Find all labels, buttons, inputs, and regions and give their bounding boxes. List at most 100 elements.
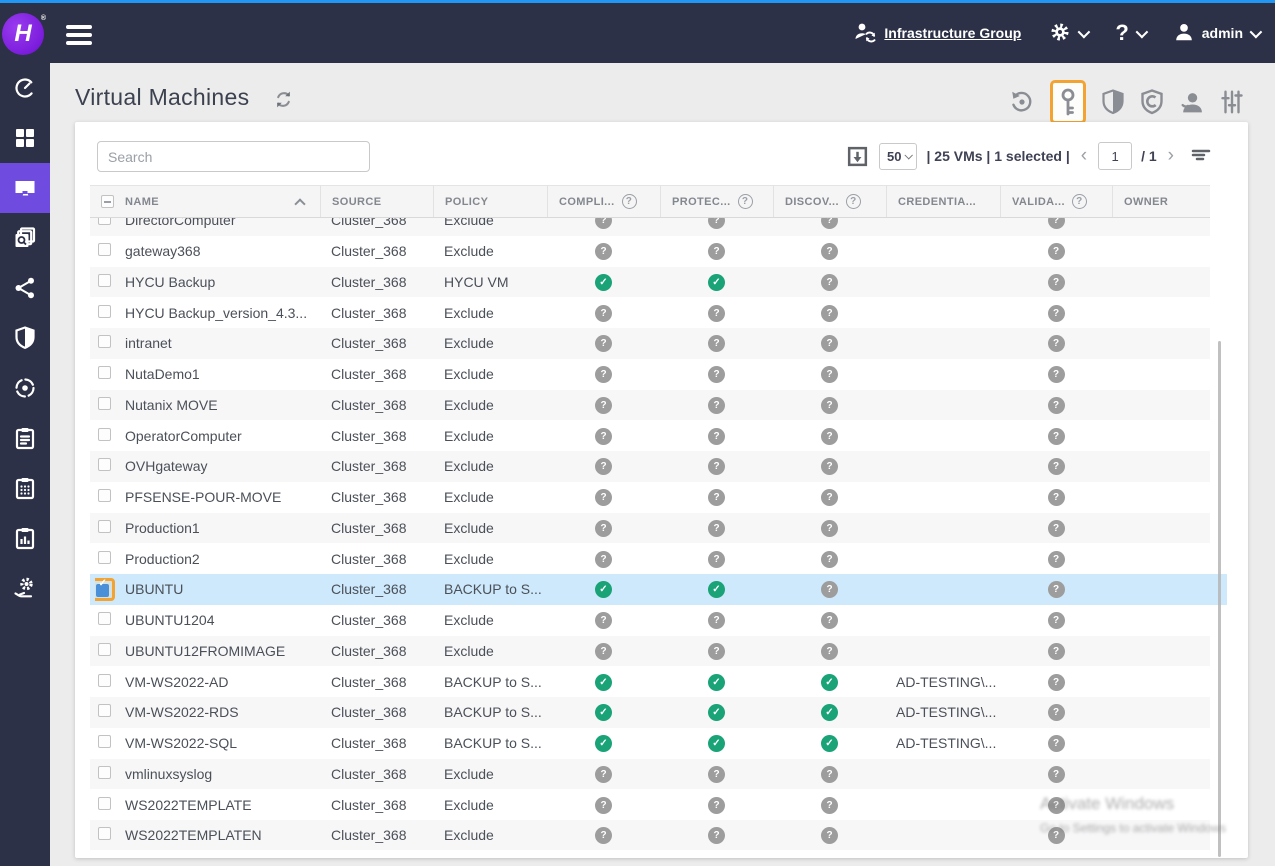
compliance-unknown-icon: ? [595,797,612,814]
row-checkbox[interactable] [98,827,111,840]
table-row[interactable]: HYCU Backup_version_4.3... Cluster_368 E… [90,297,1210,328]
column-header-validation[interactable]: VALIDA...? [1000,186,1112,217]
protection-unknown-icon: ? [708,489,725,506]
sidebar-item-volume-groups[interactable] [0,313,50,363]
table-row[interactable]: WS2022TEMPLATE Cluster_368 Exclude ??? ? [90,789,1210,820]
table-row[interactable]: HYCU Backup Cluster_368 HYCU VM ✓✓? ? [90,267,1210,298]
assign-credentials-key-icon[interactable] [1050,80,1086,124]
row-checkbox[interactable] [98,366,111,379]
row-checkbox[interactable] [98,643,111,656]
table-row[interactable]: PFSENSE-POUR-MOVE Cluster_368 Exclude ??… [90,482,1210,513]
row-checkbox[interactable] [98,335,111,348]
table-row[interactable]: UBUNTU1204 Cluster_368 Exclude ??? ? [90,605,1210,636]
column-header-name[interactable]: NAME [125,186,320,217]
table-row[interactable]: DirectorComputer Cluster_368 Exclude ???… [90,218,1210,236]
row-checkbox[interactable] [98,489,111,502]
row-checkbox[interactable] [98,428,111,441]
select-all-checkbox[interactable] [101,195,114,208]
set-owner-icon[interactable] [1179,90,1204,115]
table-row[interactable]: vmlinuxsyslog Cluster_368 Exclude ??? ? [90,759,1210,790]
row-checkbox[interactable] [98,612,111,625]
filter-icon[interactable] [1189,144,1213,168]
page-number-input[interactable] [1098,142,1132,170]
help-icon[interactable]: ? [846,194,861,209]
table-row[interactable]: Production2 Cluster_368 Exclude ??? ? [90,543,1210,574]
sidebar-item-schedules[interactable] [0,463,50,513]
sidebar-item-applications[interactable] [0,113,50,163]
refresh-icon[interactable] [272,88,295,116]
sidebar-item-policies[interactable] [0,413,50,463]
row-checkbox[interactable] [98,551,111,564]
column-header-compliance[interactable]: COMPLI...? [547,186,660,217]
table-row[interactable]: OVHgateway Cluster_368 Exclude ??? ? [90,451,1210,482]
compliance-shield-icon[interactable] [1140,89,1164,115]
page-size-select[interactable]: 50 [879,143,917,170]
protect-shield-icon[interactable] [1101,89,1125,115]
restore-icon[interactable] [1009,89,1035,115]
row-checkbox[interactable] [98,274,111,287]
infrastructure-group-link[interactable]: Infrastructure Group [853,20,1021,47]
table-row[interactable]: gateway368 Cluster_368 Exclude ??? ? [90,236,1210,267]
table-row[interactable]: UBUNTU Cluster_368 BACKUP to S... ✓✓? ? [90,574,1227,605]
column-header-owner[interactable]: OWNER [1112,186,1210,217]
next-page-button[interactable]: › [1166,145,1176,167]
sidebar-item-virtual-machines[interactable] [0,163,50,213]
sidebar-item-dashboard[interactable] [0,63,50,113]
vertical-scrollbar[interactable] [1218,341,1221,857]
row-checkbox[interactable] [98,735,111,748]
compliance-unknown-icon: ? [595,612,612,629]
manage-filters-icon[interactable] [1219,89,1245,115]
table-row[interactable]: NutaDemo1 Cluster_368 Exclude ??? ? [90,359,1210,390]
row-checkbox[interactable] [98,458,111,471]
column-header-policy[interactable]: POLICY [433,186,547,217]
help-menu[interactable]: ? [1115,20,1144,46]
row-checkbox[interactable] [98,766,111,779]
vm-list-card: 50 | 25 VMs | 1 selected | ‹ / 1 › NAME … [75,122,1248,858]
help-icon[interactable]: ? [622,194,637,209]
sidebar-item-administration[interactable] [0,563,50,613]
compliance-unknown-icon: ? [595,366,612,383]
table-row[interactable]: VM-WS2022-SQL Cluster_368 BACKUP to S...… [90,728,1210,759]
column-header-protection[interactable]: PROTEC...? [660,186,773,217]
compliance-ok-icon: ✓ [595,674,612,691]
column-header-source[interactable]: SOURCE [320,186,433,217]
search-input[interactable] [97,141,370,172]
table-row[interactable]: WS2022TEMPLATEN Cluster_368 Exclude ??? … [90,820,1210,850]
row-checkbox[interactable] [96,584,109,597]
table-row[interactable]: VM-WS2022-RDS Cluster_368 BACKUP to S...… [90,697,1210,728]
table-row[interactable]: Production1 Cluster_368 Exclude ??? ? [90,513,1210,544]
table-row[interactable]: OperatorComputer Cluster_368 Exclude ???… [90,420,1210,451]
vm-source: Cluster_368 [320,335,433,351]
row-checkbox[interactable] [98,797,111,810]
protection-unknown-icon: ? [708,612,725,629]
hycu-logo[interactable]: H® [2,13,44,55]
row-checkbox[interactable] [98,218,111,225]
help-icon[interactable]: ? [1072,194,1087,209]
discovery-unknown-icon: ? [821,458,838,475]
sidebar-item-reports[interactable] [0,513,50,563]
vm-name: Production1 [125,520,320,536]
row-checkbox[interactable] [98,520,111,533]
vm-policy: BACKUP to S... [433,735,547,751]
column-header-discovery[interactable]: DISCOV...? [773,186,886,217]
help-icon[interactable]: ? [738,194,753,209]
sidebar-item-targets[interactable] [0,363,50,413]
table-row[interactable]: Nutanix MOVE Cluster_368 Exclude ??? ? [90,390,1210,421]
row-checkbox[interactable] [98,397,111,410]
row-checkbox[interactable] [98,704,111,717]
sidebar-item-snapshots[interactable] [0,213,50,263]
menu-toggle-icon[interactable] [66,25,92,45]
settings-menu[interactable] [1049,21,1087,46]
prev-page-button[interactable]: ‹ [1079,145,1089,167]
user-menu[interactable]: admin [1173,21,1259,46]
row-checkbox[interactable] [98,305,111,318]
row-checkbox[interactable] [98,243,111,256]
export-icon[interactable] [845,144,870,169]
column-header-credentials[interactable]: CREDENTIA... [886,186,1000,217]
table-row[interactable]: intranet Cluster_368 Exclude ??? ? [90,328,1210,359]
table-row[interactable]: VM-WS2022-AD Cluster_368 BACKUP to S... … [90,666,1210,697]
validation-unknown-icon: ? [1048,243,1065,260]
row-checkbox[interactable] [98,674,111,687]
table-row[interactable]: UBUNTU12FROMIMAGE Cluster_368 Exclude ??… [90,636,1210,667]
sidebar-item-shares[interactable] [0,263,50,313]
